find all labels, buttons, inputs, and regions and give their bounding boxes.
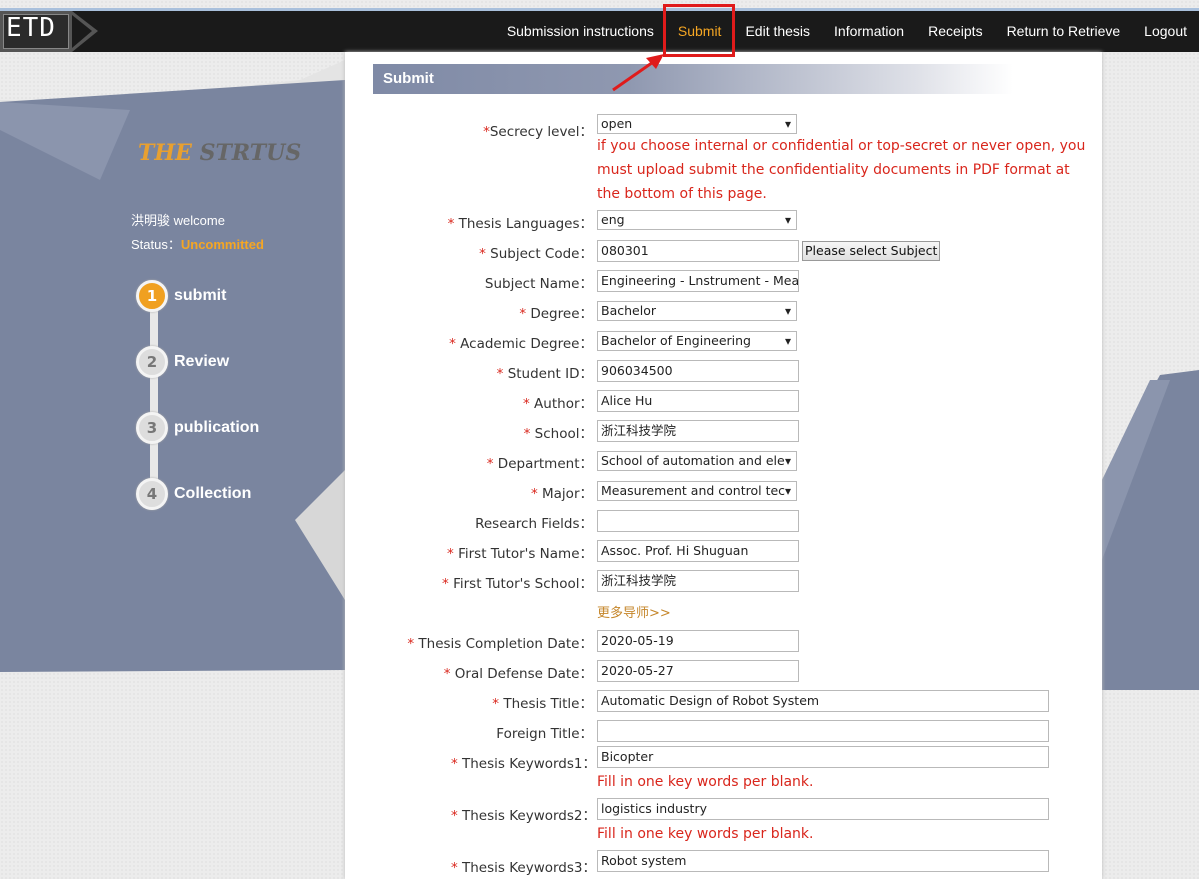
welcome-text: 洪明骏 welcome — [131, 210, 225, 229]
user-name: 洪明骏 — [131, 213, 171, 228]
nav-submission-instructions[interactable]: Submission instructions — [495, 11, 666, 52]
nav-information[interactable]: Information — [822, 11, 916, 52]
research-fields-label: Research Fields： — [475, 516, 593, 532]
keywords1-label: * Thesis Keywords1： — [450, 756, 596, 772]
tutor-name-label: * First Tutor's Name： — [447, 546, 593, 562]
thesis-title-label: * Thesis Title： — [492, 696, 593, 712]
step-label: Review — [174, 353, 230, 370]
school-input[interactable]: 浙江科技学院 — [597, 420, 799, 442]
degree-label: * Degree： — [519, 306, 593, 322]
nav-receipts[interactable]: Receipts — [916, 11, 994, 52]
keywords2-input[interactable]: logistics industry — [597, 798, 1049, 820]
languages-label: * Thesis Languages： — [447, 216, 593, 232]
step-number: 1 — [136, 280, 168, 312]
completion-date-label: * Thesis Completion Date： — [407, 636, 593, 652]
status-line: Status：Uncommitted — [131, 234, 264, 253]
panel-title: Submit — [383, 70, 434, 87]
step-label: publication — [174, 419, 260, 436]
subject-code-label: * Subject Code： — [479, 246, 593, 262]
keywords1-hint: Fill in one key words per blank. — [597, 774, 814, 790]
author-label: * Author： — [523, 396, 593, 412]
welcome-label: welcome — [173, 213, 225, 228]
step-number: 2 — [136, 346, 168, 378]
main-nav: Submission instructions Submit Edit thes… — [495, 11, 1199, 52]
step-label: submit — [174, 287, 227, 304]
student-id-input[interactable]: 906034500 — [597, 360, 799, 382]
sidebar-title-rest: STRTUS — [199, 140, 302, 166]
academic-degree-select[interactable]: Bachelor of Engineering — [597, 331, 797, 351]
annotation-highlight-box — [663, 4, 735, 57]
foreign-title-input[interactable] — [597, 720, 1049, 742]
secrecy-label: *Secrecy level： — [483, 124, 593, 140]
tutor-school-label: * First Tutor's School： — [442, 576, 593, 592]
select-subject-button[interactable]: Please select Subject — [802, 241, 941, 261]
keywords2-hint: Fill in one key words per blank. — [597, 826, 814, 842]
defense-date-input[interactable]: 2020-05-27 — [597, 660, 799, 682]
sidebar-title: THE STRTUS — [138, 140, 301, 166]
subject-name-input[interactable]: Engineering - Lnstrument - Measu — [597, 270, 799, 292]
major-select[interactable]: Measurement and control tec — [597, 481, 797, 501]
more-tutors-link[interactable]: 更多导师>> — [597, 602, 671, 621]
department-select[interactable]: School of automation and ele — [597, 451, 797, 471]
nav-return-to-retrieve[interactable]: Return to Retrieve — [995, 11, 1133, 52]
tutor-name-input[interactable]: Assoc. Prof. Hi Shuguan — [597, 540, 799, 562]
completion-date-input[interactable]: 2020-05-19 — [597, 630, 799, 652]
step-publication[interactable]: 3 publication — [136, 412, 259, 444]
nav-logout[interactable]: Logout — [1132, 11, 1199, 52]
logo-text: ETD — [6, 13, 56, 43]
student-id-label: * Student ID： — [496, 366, 593, 382]
research-fields-input[interactable] — [597, 510, 799, 532]
status-label: Status： — [131, 237, 181, 252]
step-submit[interactable]: 1 submit — [136, 280, 226, 312]
sidebar-title-highlight: THE — [138, 140, 192, 166]
step-label: Collection — [174, 485, 252, 502]
keywords2-label: * Thesis Keywords2： — [450, 808, 596, 824]
status-badge: Uncommitted — [180, 237, 264, 252]
panel-header: Submit — [373, 64, 1013, 94]
department-label: * Department： — [486, 456, 593, 472]
degree-select[interactable]: Bachelor — [597, 301, 797, 321]
secrecy-hint: if you choose internal or confidential o… — [597, 138, 1086, 202]
step-review[interactable]: 2 Review — [136, 346, 229, 378]
languages-select[interactable]: eng — [597, 210, 797, 230]
keywords1-input[interactable]: Bicopter — [597, 746, 1049, 768]
step-number: 4 — [136, 478, 168, 510]
keywords3-label: * Thesis Keywords3： — [450, 860, 596, 876]
defense-date-label: * Oral Defense Date： — [443, 666, 593, 682]
thesis-title-input[interactable]: Automatic Design of Robot System — [597, 690, 1049, 712]
subject-code-input[interactable]: 080301 — [597, 240, 799, 262]
school-label: * School： — [523, 426, 593, 442]
nav-edit-thesis[interactable]: Edit thesis — [733, 11, 822, 52]
academic-degree-label: * Academic Degree： — [449, 336, 593, 352]
author-input[interactable]: Alice Hu — [597, 390, 799, 412]
submit-panel: Submit *Secrecy level： open if you choos… — [345, 52, 1102, 879]
logo[interactable]: ETD — [0, 11, 72, 52]
subject-name-label: Subject Name： — [484, 276, 593, 292]
keywords3-input[interactable]: Robot system — [597, 850, 1049, 872]
logo-arrow-inner — [72, 15, 92, 48]
steps-connector — [150, 296, 158, 494]
tutor-school-input[interactable]: 浙江科技学院 — [597, 570, 799, 592]
secrecy-select[interactable]: open — [597, 114, 797, 134]
step-collection[interactable]: 4 Collection — [136, 478, 251, 510]
major-label: * Major： — [530, 486, 593, 502]
foreign-title-label: Foreign Title： — [496, 726, 593, 742]
step-number: 3 — [136, 412, 168, 444]
